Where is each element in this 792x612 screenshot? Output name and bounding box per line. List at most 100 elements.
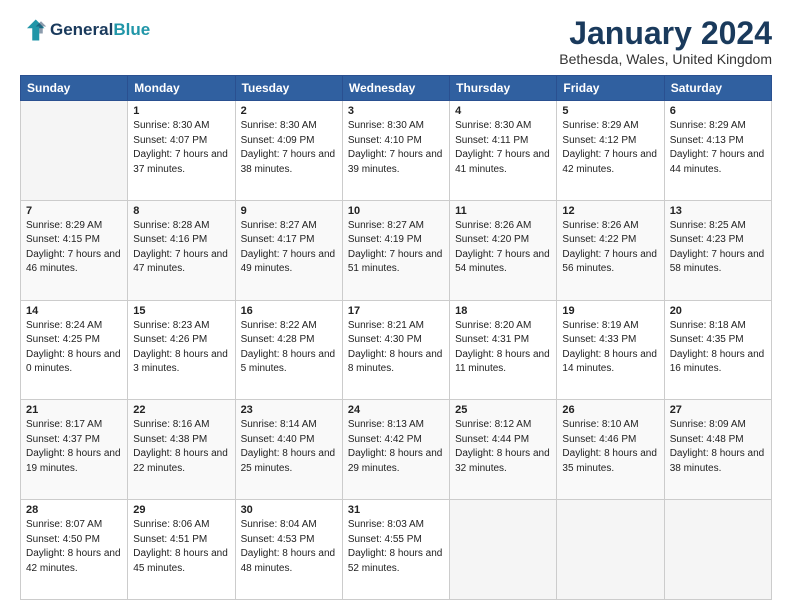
day-number: 4 xyxy=(455,105,551,117)
col-tuesday: Tuesday xyxy=(235,76,342,101)
month-title: January 2024 xyxy=(559,16,772,51)
header: GeneralBlue January 2024 Bethesda, Wales… xyxy=(20,16,772,67)
day-number: 1 xyxy=(133,105,229,117)
day-info: Sunrise: 8:27 AMSunset: 4:17 PMDaylight:… xyxy=(241,219,337,277)
day-info: Sunrise: 8:20 AMSunset: 4:31 PMDaylight:… xyxy=(455,319,551,377)
day-number: 27 xyxy=(670,404,766,416)
table-row: 15Sunrise: 8:23 AMSunset: 4:26 PMDayligh… xyxy=(128,300,235,400)
day-info: Sunrise: 8:30 AMSunset: 4:09 PMDaylight:… xyxy=(241,119,337,177)
day-info: Sunrise: 8:23 AMSunset: 4:26 PMDaylight:… xyxy=(133,319,229,377)
table-row: 1Sunrise: 8:30 AMSunset: 4:07 PMDaylight… xyxy=(128,101,235,201)
table-row xyxy=(21,101,128,201)
location-subtitle: Bethesda, Wales, United Kingdom xyxy=(559,51,772,67)
day-info: Sunrise: 8:14 AMSunset: 4:40 PMDaylight:… xyxy=(241,418,337,476)
day-info: Sunrise: 8:03 AMSunset: 4:55 PMDaylight:… xyxy=(348,518,444,576)
table-row: 11 Sunrise: 8:26 AMSunset: 4:20 PMDayligh… xyxy=(450,200,557,300)
logo-icon xyxy=(20,16,48,44)
day-number: 2 xyxy=(241,105,337,117)
table-row: 2 Sunrise: 8:30 AMSunset: 4:09 PMDaylight… xyxy=(235,101,342,201)
day-info: Sunrise: 8:06 AMSunset: 4:51 PMDaylight:… xyxy=(133,518,229,576)
day-number: 31 xyxy=(348,504,444,516)
table-row: 14 Sunrise: 8:24 AMSunset: 4:25 PMDayligh… xyxy=(21,300,128,400)
day-info: Sunrise: 8:12 AMSunset: 4:44 PMDaylight:… xyxy=(455,418,551,476)
col-wednesday: Wednesday xyxy=(342,76,449,101)
table-row: 13 Sunrise: 8:25 AMSunset: 4:23 PMDayligh… xyxy=(664,200,771,300)
table-row: 25 Sunrise: 8:12 AMSunset: 4:44 PMDayligh… xyxy=(450,400,557,500)
table-row xyxy=(664,500,771,600)
day-info: Sunrise: 8:29 AMSunset: 4:15 PMDaylight:… xyxy=(26,219,122,277)
table-row: 22Sunrise: 8:16 AMSunset: 4:38 PMDayligh… xyxy=(128,400,235,500)
calendar-week-row: 7 Sunrise: 8:29 AMSunset: 4:15 PMDaylight… xyxy=(21,200,772,300)
day-number: 12 xyxy=(562,205,658,217)
col-thursday: Thursday xyxy=(450,76,557,101)
day-info: Sunrise: 8:10 AMSunset: 4:46 PMDaylight:… xyxy=(562,418,658,476)
day-number: 18 xyxy=(455,305,551,317)
calendar-table: Sunday Monday Tuesday Wednesday Thursday… xyxy=(20,75,772,600)
table-row: 23 Sunrise: 8:14 AMSunset: 4:40 PMDayligh… xyxy=(235,400,342,500)
day-number: 9 xyxy=(241,205,337,217)
day-number: 6 xyxy=(670,105,766,117)
table-row: 30 Sunrise: 8:04 AMSunset: 4:53 PMDayligh… xyxy=(235,500,342,600)
day-number: 19 xyxy=(562,305,658,317)
day-number: 3 xyxy=(348,105,444,117)
table-row: 4Sunrise: 8:30 AMSunset: 4:11 PMDaylight… xyxy=(450,101,557,201)
day-info: Sunrise: 8:27 AMSunset: 4:19 PMDaylight:… xyxy=(348,219,444,277)
page: GeneralBlue January 2024 Bethesda, Wales… xyxy=(0,0,792,612)
calendar-week-row: 14 Sunrise: 8:24 AMSunset: 4:25 PMDayligh… xyxy=(21,300,772,400)
table-row: 16Sunrise: 8:22 AMSunset: 4:28 PMDayligh… xyxy=(235,300,342,400)
day-info: Sunrise: 8:30 AMSunset: 4:10 PMDaylight:… xyxy=(348,119,444,177)
day-info: Sunrise: 8:28 AMSunset: 4:16 PMDaylight:… xyxy=(133,219,229,277)
calendar-week-row: 1Sunrise: 8:30 AMSunset: 4:07 PMDaylight… xyxy=(21,101,772,201)
table-row: 26 Sunrise: 8:10 AMSunset: 4:46 PMDayligh… xyxy=(557,400,664,500)
table-row: 29 Sunrise: 8:06 AMSunset: 4:51 PMDayligh… xyxy=(128,500,235,600)
day-info: Sunrise: 8:07 AMSunset: 4:50 PMDaylight:… xyxy=(26,518,122,576)
day-number: 26 xyxy=(562,404,658,416)
table-row: 24Sunrise: 8:13 AMSunset: 4:42 PMDayligh… xyxy=(342,400,449,500)
day-number: 30 xyxy=(241,504,337,516)
day-number: 13 xyxy=(670,205,766,217)
day-number: 24 xyxy=(348,404,444,416)
title-block: January 2024 Bethesda, Wales, United Kin… xyxy=(559,16,772,67)
table-row: 18 Sunrise: 8:20 AMSunset: 4:31 PMDayligh… xyxy=(450,300,557,400)
table-row: 27 Sunrise: 8:09 AMSunset: 4:48 PMDayligh… xyxy=(664,400,771,500)
col-sunday: Sunday xyxy=(21,76,128,101)
day-number: 25 xyxy=(455,404,551,416)
col-friday: Friday xyxy=(557,76,664,101)
table-row: 5Sunrise: 8:29 AMSunset: 4:12 PMDaylight… xyxy=(557,101,664,201)
day-number: 11 xyxy=(455,205,551,217)
table-row: 3 Sunrise: 8:30 AMSunset: 4:10 PMDaylight… xyxy=(342,101,449,201)
day-info: Sunrise: 8:16 AMSunset: 4:38 PMDaylight:… xyxy=(133,418,229,476)
day-info: Sunrise: 8:29 AMSunset: 4:13 PMDaylight:… xyxy=(670,119,766,177)
day-info: Sunrise: 8:26 AMSunset: 4:20 PMDaylight:… xyxy=(455,219,551,277)
table-row: 31 Sunrise: 8:03 AMSunset: 4:55 PMDayligh… xyxy=(342,500,449,600)
day-number: 21 xyxy=(26,404,122,416)
table-row: 21 Sunrise: 8:17 AMSunset: 4:37 PMDayligh… xyxy=(21,400,128,500)
day-info: Sunrise: 8:04 AMSunset: 4:53 PMDaylight:… xyxy=(241,518,337,576)
calendar-header-row: Sunday Monday Tuesday Wednesday Thursday… xyxy=(21,76,772,101)
day-number: 23 xyxy=(241,404,337,416)
day-number: 7 xyxy=(26,205,122,217)
day-number: 5 xyxy=(562,105,658,117)
logo-general: GeneralBlue xyxy=(50,21,150,40)
day-info: Sunrise: 8:21 AMSunset: 4:30 PMDaylight:… xyxy=(348,319,444,377)
table-row xyxy=(557,500,664,600)
col-saturday: Saturday xyxy=(664,76,771,101)
day-info: Sunrise: 8:22 AMSunset: 4:28 PMDaylight:… xyxy=(241,319,337,377)
calendar-week-row: 28Sunrise: 8:07 AMSunset: 4:50 PMDayligh… xyxy=(21,500,772,600)
day-info: Sunrise: 8:17 AMSunset: 4:37 PMDaylight:… xyxy=(26,418,122,476)
day-info: Sunrise: 8:24 AMSunset: 4:25 PMDaylight:… xyxy=(26,319,122,377)
logo: GeneralBlue xyxy=(20,16,150,44)
table-row: 9 Sunrise: 8:27 AMSunset: 4:17 PMDaylight… xyxy=(235,200,342,300)
day-info: Sunrise: 8:18 AMSunset: 4:35 PMDaylight:… xyxy=(670,319,766,377)
day-info: Sunrise: 8:25 AMSunset: 4:23 PMDaylight:… xyxy=(670,219,766,277)
day-number: 14 xyxy=(26,305,122,317)
day-info: Sunrise: 8:26 AMSunset: 4:22 PMDaylight:… xyxy=(562,219,658,277)
day-info: Sunrise: 8:09 AMSunset: 4:48 PMDaylight:… xyxy=(670,418,766,476)
table-row: 12 Sunrise: 8:26 AMSunset: 4:22 PMDayligh… xyxy=(557,200,664,300)
day-info: Sunrise: 8:19 AMSunset: 4:33 PMDaylight:… xyxy=(562,319,658,377)
table-row: 10Sunrise: 8:27 AMSunset: 4:19 PMDayligh… xyxy=(342,200,449,300)
table-row: 28Sunrise: 8:07 AMSunset: 4:50 PMDayligh… xyxy=(21,500,128,600)
table-row: 6 Sunrise: 8:29 AMSunset: 4:13 PMDaylight… xyxy=(664,101,771,201)
table-row: 7 Sunrise: 8:29 AMSunset: 4:15 PMDaylight… xyxy=(21,200,128,300)
day-number: 29 xyxy=(133,504,229,516)
